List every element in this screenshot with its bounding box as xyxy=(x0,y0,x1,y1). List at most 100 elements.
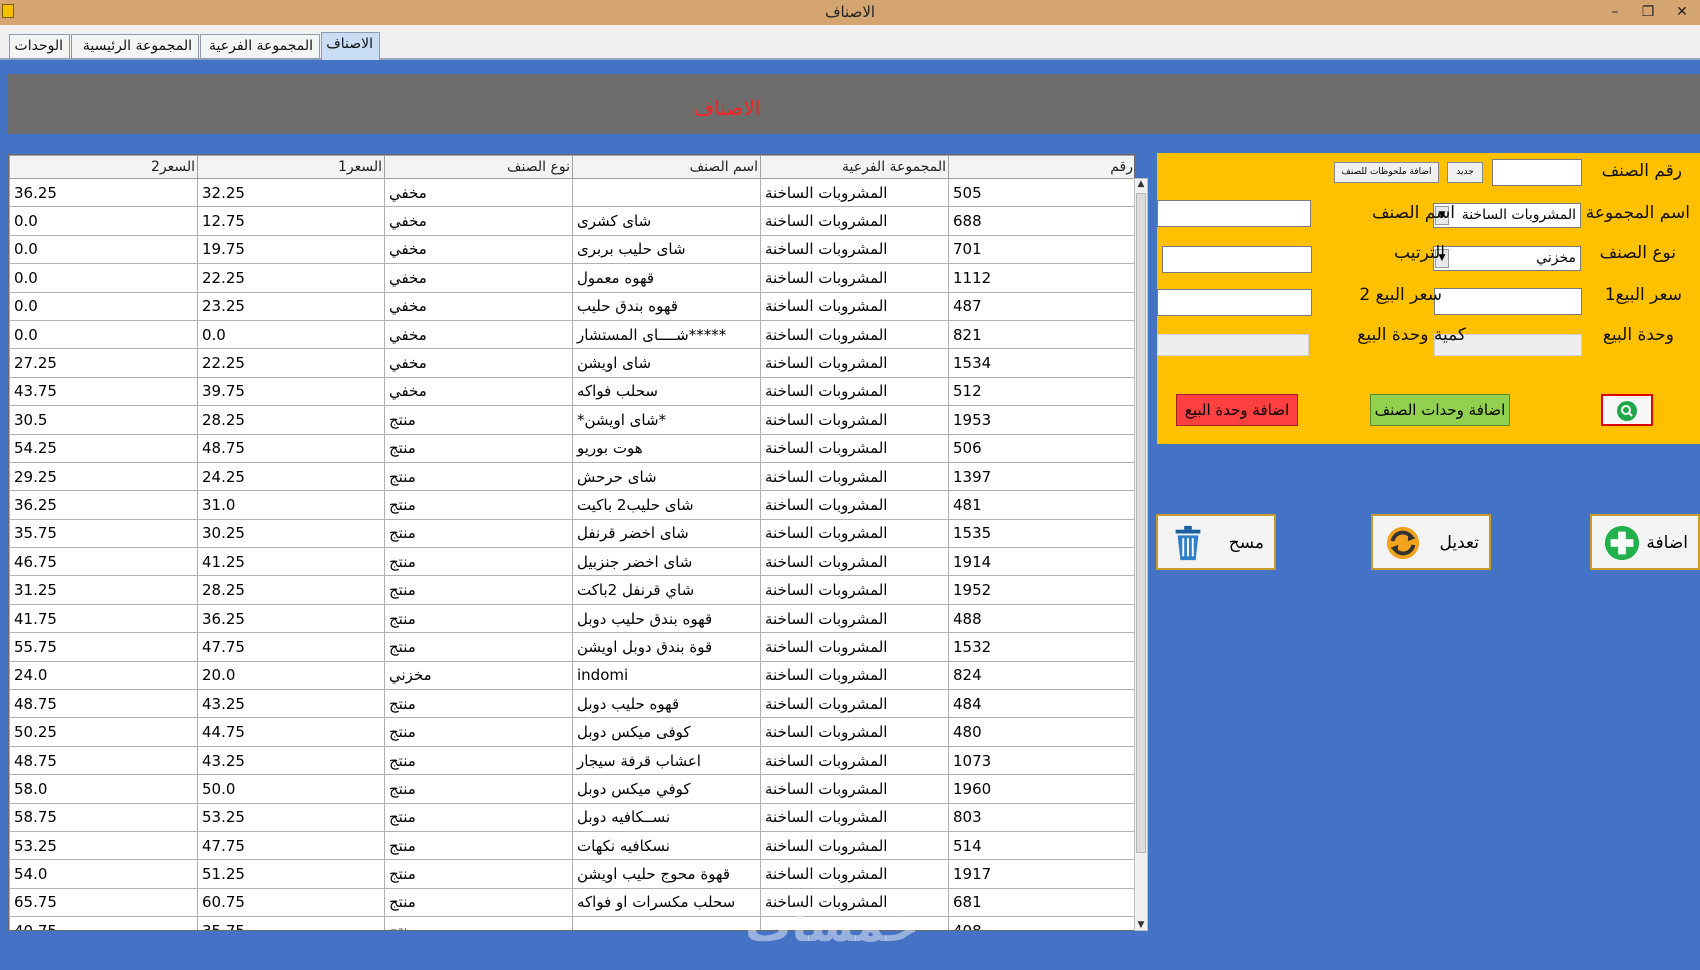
cell-item-name[interactable] xyxy=(572,177,761,208)
table-row[interactable]: 65.75 60.75 منتج سحلب مكسرات او فواكه المشرو… xyxy=(9,887,1134,918)
table-row[interactable]: 0.0 23.25 مخفي قهوه بندق حليب المشروبات السا… xyxy=(9,291,1134,321)
close-button[interactable]: ✕ xyxy=(1667,1,1697,23)
cell-number[interactable]: 701 xyxy=(948,234,1134,265)
cell-item-name[interactable]: indomi xyxy=(572,660,761,691)
cell-price1[interactable]: 50.0 xyxy=(197,774,385,804)
cell-sub-group[interactable]: المشروبات الساخنة xyxy=(760,405,949,435)
cell-sub-group[interactable]: المشروبات الساخنة xyxy=(760,518,949,549)
cell-number[interactable]: 487 xyxy=(948,291,1134,321)
cell-price1[interactable]: 19.75 xyxy=(197,234,385,265)
search-button[interactable] xyxy=(1601,394,1653,426)
add-button[interactable]: اضافة xyxy=(1590,514,1700,570)
cell-price2[interactable]: 58.0 xyxy=(9,774,198,804)
cell-item-type[interactable]: منتج xyxy=(384,689,573,719)
cell-number[interactable]: 512 xyxy=(948,376,1134,407)
cell-price2[interactable]: 58.75 xyxy=(9,802,198,832)
cell-sub-group[interactable]: المشروبات الساخنة xyxy=(760,206,949,236)
cell-price2[interactable]: 54.0 xyxy=(9,859,198,889)
cell-sub-group[interactable]: المشروبات الساخنة xyxy=(760,433,949,463)
cell-price2[interactable]: 54.25 xyxy=(9,433,198,463)
item-type-select[interactable]: مخزني ▼ xyxy=(1433,246,1581,271)
cell-number[interactable]: 1073 xyxy=(948,745,1134,776)
table-row[interactable]: 0.0 0.0 مخفي *****شــــاى المستشار المشروبات… xyxy=(9,319,1134,350)
cell-item-type[interactable]: مخفي xyxy=(384,177,573,208)
cell-item-name[interactable]: شاي قرنفل 2باكت xyxy=(572,575,761,605)
table-row[interactable]: 27.25 22.25 مخفي شاى اويشن المشروبات الساخنة… xyxy=(9,348,1134,378)
cell-item-type[interactable]: منتج xyxy=(384,461,573,492)
sale-unit-qty-input[interactable] xyxy=(1157,334,1309,356)
cell-item-type[interactable]: منتج xyxy=(384,802,573,832)
cell-price1[interactable]: 20.0 xyxy=(197,660,385,691)
cell-sub-group[interactable]: المشروبات الساخنة xyxy=(760,490,949,520)
table-row[interactable]: 53.25 47.75 منتج نسكافيه نكهات المشروبات الس… xyxy=(9,830,1134,861)
cell-sub-group[interactable]: المشروبات الساخنة xyxy=(760,177,949,208)
table-row[interactable]: 46.75 41.25 منتج شاى اخضر جنزبيل المشروبات ا… xyxy=(9,547,1134,577)
restore-button[interactable]: ❐ xyxy=(1633,1,1663,23)
cell-sub-group[interactable]: المشروبات الساخنة xyxy=(760,234,949,265)
cell-sub-group[interactable]: المشروبات الساخنة xyxy=(760,461,949,492)
cell-price1[interactable]: 47.75 xyxy=(197,632,385,662)
cell-number[interactable]: 1953 xyxy=(948,405,1134,435)
cell-number[interactable]: 408 xyxy=(948,916,1134,930)
cell-price2[interactable]: 0.0 xyxy=(9,291,198,321)
delete-button[interactable]: مسح xyxy=(1156,514,1276,570)
table-row[interactable]: 0.0 22.25 مخفي قهوه معمول المشروبات الساخنة 1… xyxy=(9,263,1134,293)
item-name-input[interactable] xyxy=(1157,200,1311,227)
tab-items[interactable]: الاصناف xyxy=(321,32,380,60)
cell-item-type[interactable]: مخفي xyxy=(384,348,573,378)
cell-item-type[interactable]: مخفي xyxy=(384,376,573,407)
cell-item-type[interactable]: منتج xyxy=(384,887,573,918)
cell-number[interactable]: 1960 xyxy=(948,774,1134,804)
cell-item-name[interactable]: *****شــــاى المستشار xyxy=(572,319,761,350)
cell-price2[interactable]: 27.25 xyxy=(9,348,198,378)
add-notes-button[interactable]: اضافة ملحوظات للصنف xyxy=(1334,162,1439,183)
cell-item-name[interactable]: قهوه حليب دوبل xyxy=(572,689,761,719)
cell-sub-group[interactable]: المشروبات الساخنة xyxy=(760,859,949,889)
cell-price1[interactable]: 35.75 xyxy=(197,916,385,930)
cell-number[interactable]: 1112 xyxy=(948,263,1134,293)
new-button[interactable]: جديد xyxy=(1447,162,1483,183)
cell-sub-group[interactable]: المشروبات الساخنة xyxy=(760,774,949,804)
cell-item-name[interactable]: نســكافيه دوبل xyxy=(572,802,761,832)
scroll-down-arrow[interactable]: ▼ xyxy=(1136,920,1146,930)
col-header-sub-group[interactable]: المجموعة الفرعية xyxy=(760,155,949,179)
cell-item-type[interactable]: منتج xyxy=(384,745,573,776)
cell-sub-group[interactable]: المشروبات الساخنة xyxy=(760,376,949,407)
cell-price2[interactable]: 55.75 xyxy=(9,632,198,662)
cell-item-name[interactable]: *شاى اويشن* xyxy=(572,405,761,435)
cell-item-name[interactable]: شاى اخضر جنزبيل xyxy=(572,547,761,577)
cell-price2[interactable]: 53.25 xyxy=(9,830,198,861)
tab-main-group[interactable]: المجموعة الرئيسية xyxy=(71,34,199,59)
order-input[interactable] xyxy=(1162,246,1312,273)
cell-price1[interactable]: 28.25 xyxy=(197,575,385,605)
cell-sub-group[interactable]: المشروبات الساخنة xyxy=(760,830,949,861)
cell-item-type[interactable]: منتج xyxy=(384,575,573,605)
cell-item-name[interactable]: هوت بوريو xyxy=(572,433,761,463)
cell-price2[interactable]: 29.25 xyxy=(9,461,198,492)
cell-item-name[interactable]: كوفى ميكس دوبل xyxy=(572,717,761,747)
cell-price2[interactable]: 31.25 xyxy=(9,575,198,605)
cell-item-name[interactable]: شاى حليب بربرى xyxy=(572,234,761,265)
cell-sub-group[interactable]: المشروبات الساخنة xyxy=(760,745,949,776)
cell-price2[interactable]: 41.75 xyxy=(9,603,198,634)
edit-button[interactable]: تعديل xyxy=(1371,514,1491,570)
items-grid[interactable]: السعر2 السعر1 نوع الصنف اسم الصنف المجمو… xyxy=(8,154,1135,931)
table-row[interactable]: 58.75 53.25 منتج نســكافيه دوبل المشروبات ال… xyxy=(9,802,1134,832)
cell-price1[interactable]: 30.25 xyxy=(197,518,385,549)
cell-item-type[interactable]: منتج xyxy=(384,859,573,889)
cell-item-type[interactable]: مخفي xyxy=(384,291,573,321)
cell-item-type[interactable]: منتج xyxy=(384,405,573,435)
cell-price2[interactable]: 48.75 xyxy=(9,745,198,776)
cell-price2[interactable]: 0.0 xyxy=(9,319,198,350)
cell-item-type[interactable]: منتج xyxy=(384,717,573,747)
cell-price1[interactable]: 53.25 xyxy=(197,802,385,832)
tab-sub-group[interactable]: المجموعة الفرعية xyxy=(200,34,320,59)
scroll-thumb[interactable] xyxy=(1136,193,1146,853)
cell-sub-group[interactable]: المشروبات الساخنة xyxy=(760,660,949,691)
cell-number[interactable]: 824 xyxy=(948,660,1134,691)
cell-number[interactable]: 514 xyxy=(948,830,1134,861)
cell-price1[interactable]: 48.75 xyxy=(197,433,385,463)
table-row[interactable]: 30.5 28.25 منتج *شاى اويشن* المشروبات الساخن… xyxy=(9,405,1134,435)
cell-number[interactable]: 821 xyxy=(948,319,1134,350)
table-row[interactable]: 36.25 32.25 مخفي المشروبات الساخنة 505 xyxy=(9,177,1134,208)
